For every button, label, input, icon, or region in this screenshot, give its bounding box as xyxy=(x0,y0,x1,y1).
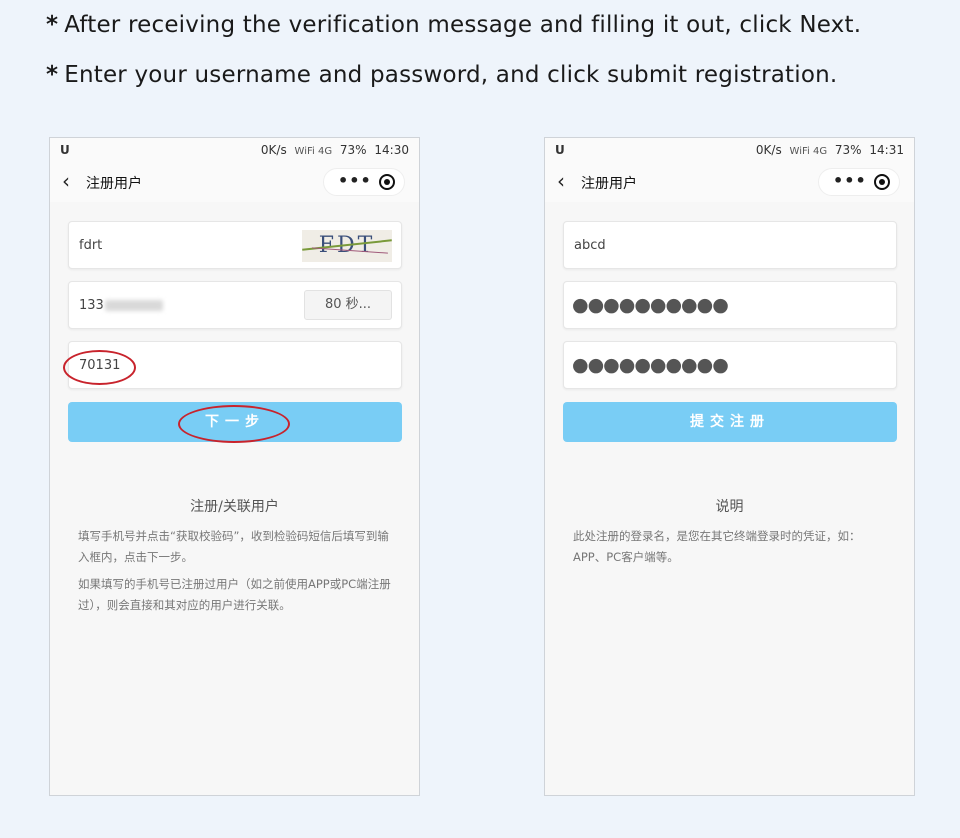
info-title: 注册/关联用户 xyxy=(190,499,279,515)
more-icon[interactable]: ••• xyxy=(338,171,372,190)
instruction-step-2: * Enter your username and password, and c… xyxy=(46,62,837,88)
more-icon[interactable]: ••• xyxy=(833,171,867,190)
captcha-image[interactable]: FDT xyxy=(302,230,392,262)
shield-icon: U xyxy=(555,143,565,157)
network-speed: 0K/s xyxy=(260,143,287,157)
status-right: 0K/s WiFi 4G 73% 14:31 xyxy=(752,143,904,157)
phone-screen-verification: U 0K/s WiFi 4G 73% 14:30 ‹ 注册用户 ••• fdrt… xyxy=(49,137,420,796)
close-target-icon[interactable] xyxy=(874,174,890,190)
next-step-button[interactable]: 下一步 xyxy=(68,402,402,442)
blurred-digits xyxy=(104,300,163,311)
back-arrow-icon[interactable]: ‹ xyxy=(62,169,70,193)
back-arrow-icon[interactable]: ‹ xyxy=(557,169,565,193)
status-bar: U 0K/s WiFi 4G 73% 14:31 xyxy=(545,138,914,162)
phone-screen-account: U 0K/s WiFi 4G 73% 14:31 ‹ 注册用户 ••• abcd… xyxy=(544,137,915,796)
sms-code-field[interactable]: 70131 xyxy=(68,341,402,389)
miniapp-capsule: ••• xyxy=(323,168,405,196)
password-field[interactable]: ●●●●●●●●●● xyxy=(563,281,897,329)
bullet-star: * xyxy=(46,62,59,88)
nav-bar: ‹ 注册用户 ••• xyxy=(545,162,914,202)
instruction-text: Enter your username and password, and cl… xyxy=(64,62,838,88)
info-paragraph-2: 如果填写的手机号已注册过用户（如之前使用APP或PC端注册过），则会直接和其对应… xyxy=(78,577,391,612)
nav-bar: ‹ 注册用户 ••• xyxy=(50,162,419,202)
captcha-input-value: fdrt xyxy=(79,238,103,253)
network-speed: 0K/s xyxy=(755,143,782,157)
status-bar: U 0K/s WiFi 4G 73% 14:30 xyxy=(50,138,419,162)
shield-icon: U xyxy=(60,143,70,157)
get-code-button[interactable]: 80 秒... xyxy=(304,290,392,320)
battery-level: 73% xyxy=(339,143,367,157)
username-value: abcd xyxy=(574,238,606,253)
clock: 14:31 xyxy=(869,143,904,157)
submit-registration-button[interactable]: 提交注册 xyxy=(563,402,897,442)
phone-number-field[interactable]: 133 80 秒... xyxy=(68,281,402,329)
battery-level: 73% xyxy=(834,143,862,157)
miniapp-capsule: ••• xyxy=(818,168,900,196)
instruction-step-1: * After receiving the verification messag… xyxy=(46,12,861,38)
page-title: 注册用户 xyxy=(86,176,142,192)
status-right: 0K/s WiFi 4G 73% 14:30 xyxy=(257,143,409,157)
signal-icon: WiFi 4G xyxy=(789,146,828,157)
captcha-field[interactable]: fdrt FDT xyxy=(68,221,402,269)
page-title: 注册用户 xyxy=(581,176,637,192)
sms-code-value: 70131 xyxy=(79,358,121,373)
bullet-star: * xyxy=(46,12,59,38)
instruction-text: After receiving the verification message… xyxy=(64,12,862,38)
password-masked: ●●●●●●●●●● xyxy=(572,294,729,316)
info-paragraph-1: 填写手机号并点击“获取校验码”，收到检验码短信后填写到输入框内，点击下一步。 xyxy=(78,529,389,564)
info-title: 说明 xyxy=(715,499,744,515)
info-paragraph-1: 此处注册的登录名，是您在其它终端登录时的凭证，如：APP、PC客户端等。 xyxy=(573,529,861,564)
confirm-password-masked: ●●●●●●●●●● xyxy=(572,354,729,376)
signal-icon: WiFi 4G xyxy=(294,146,333,157)
close-target-icon[interactable] xyxy=(379,174,395,190)
clock: 14:30 xyxy=(374,143,409,157)
confirm-password-field[interactable]: ●●●●●●●●●● xyxy=(563,341,897,389)
phone-prefix: 133 xyxy=(79,298,104,313)
username-field[interactable]: abcd xyxy=(563,221,897,269)
phone-number-value: 133 xyxy=(79,298,163,313)
